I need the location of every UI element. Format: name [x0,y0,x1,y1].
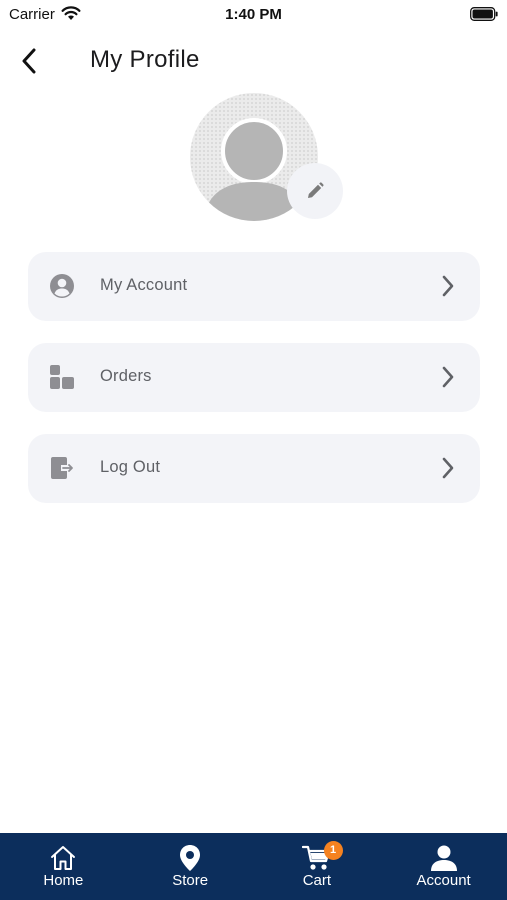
tab-cart[interactable]: 1 Cart [254,833,381,900]
chevron-right-icon [442,275,454,297]
tab-account[interactable]: Account [380,833,507,900]
edit-avatar-button[interactable] [287,163,343,219]
menu-item-orders[interactable]: Orders [28,343,480,412]
tab-label: Home [43,872,84,889]
location-pin-icon [175,843,205,873]
cart-badge: 1 [323,841,343,860]
menu-item-my-account[interactable]: My Account [28,252,480,321]
back-button[interactable] [12,42,46,80]
home-icon [48,843,78,873]
status-bar: Carrier 1:40 PM [0,0,507,30]
tab-label: Cart [302,872,332,889]
chevron-left-icon [22,48,36,74]
tab-home[interactable]: Home [0,833,127,900]
header: My Profile [0,38,507,84]
boxes-icon [48,363,76,391]
tab-store[interactable]: Store [127,833,254,900]
user-circle-icon [48,272,76,300]
menu-item-log-out[interactable]: Log Out [28,434,480,503]
page-title: My Profile [90,46,200,73]
status-time: 1:40 PM [225,6,282,23]
pencil-icon [308,182,324,198]
logout-icon [48,454,76,482]
user-icon [429,843,459,873]
bottom-tab-bar: Home Store 1 Cart Account [0,833,507,900]
tab-label: Store [172,872,209,889]
menu-item-label: Log Out [100,458,161,476]
menu-item-label: Orders [100,367,152,385]
chevron-right-icon [442,366,454,388]
chevron-right-icon [442,457,454,479]
battery-icon [470,7,498,21]
tab-label: Account [416,872,471,889]
menu-item-label: My Account [100,276,188,294]
